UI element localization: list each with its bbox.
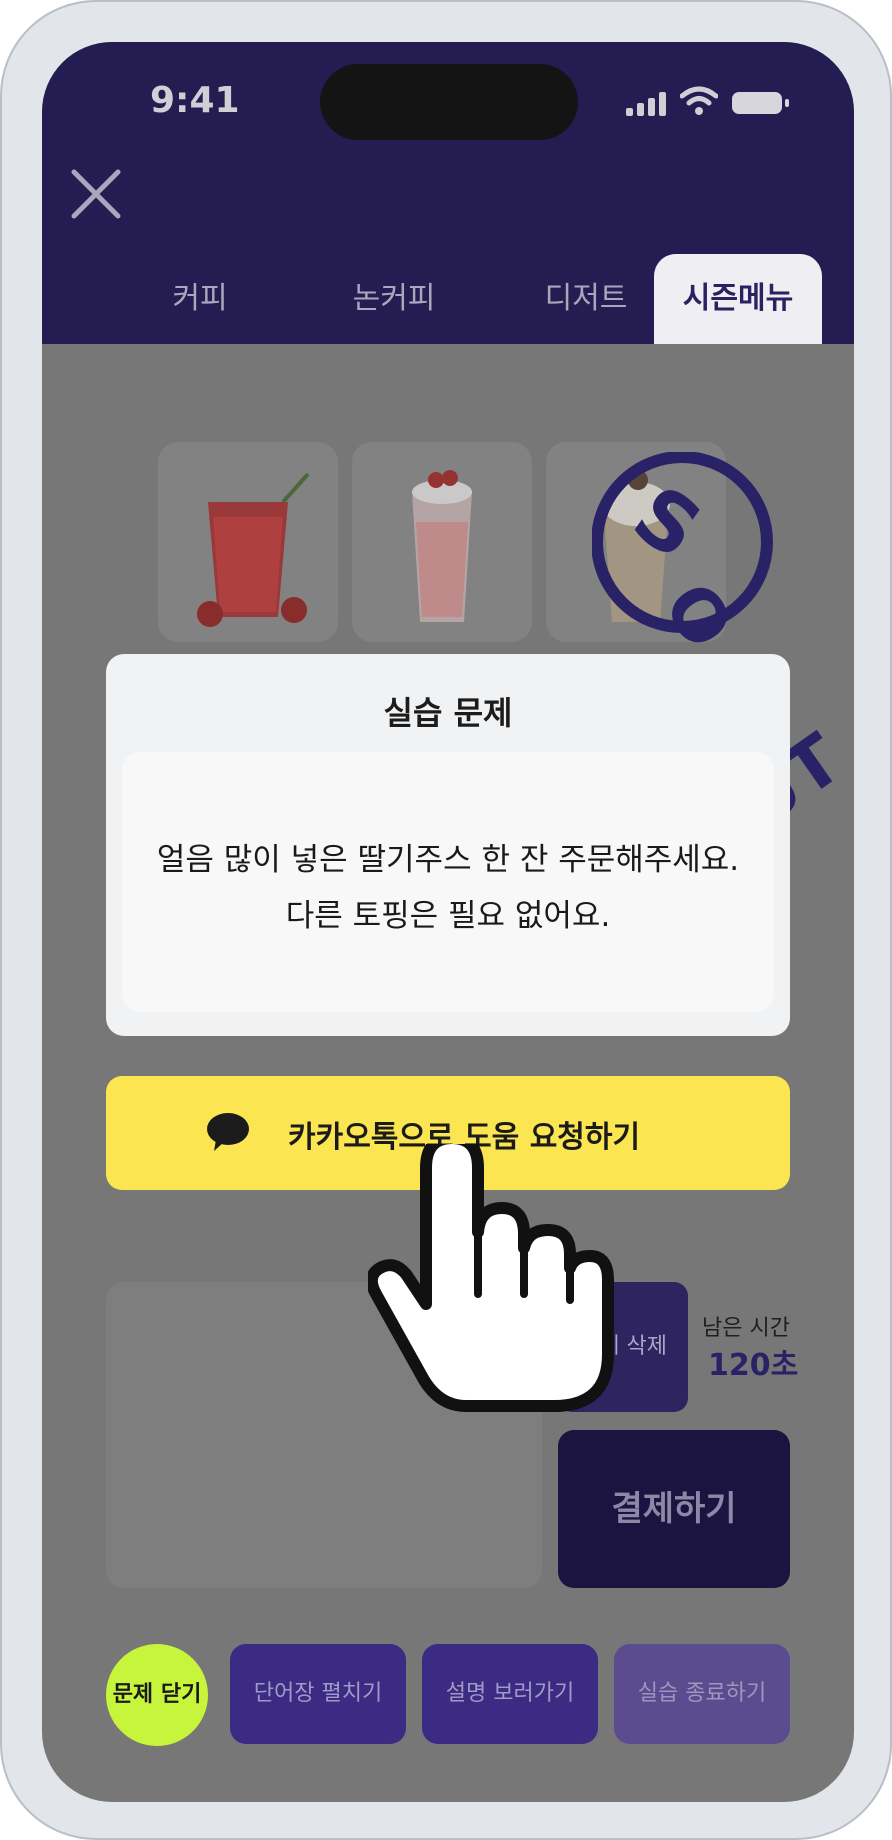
status-time: 9:41 (150, 80, 240, 121)
pay-button[interactable]: 결제하기 (558, 1430, 790, 1588)
tab-non-coffee[interactable]: 논커피 (310, 254, 478, 344)
battery-icon (732, 92, 789, 114)
dialog-body: 얼음 많이 넣은 딸기주스 한 잔 주문해주세요. 다른 토핑은 필요 없어요. (122, 752, 774, 1012)
chat-bubble-icon (207, 1113, 249, 1151)
app-header: 9:41 커피 논커피 디저트 시즌메뉴 (42, 42, 854, 344)
app-screen: 9:41 커피 논커피 디저트 시즌메뉴 S O 실습 문제 얼음 많이 넣은 … (42, 42, 854, 1802)
dialog-line-1: 얼음 많이 넣은 딸기주스 한 잔 주문해주세요. (156, 842, 740, 878)
end-practice-button[interactable]: 실습 종료하기 (614, 1644, 790, 1744)
close-icon[interactable] (70, 168, 122, 220)
wifi-icon (680, 86, 718, 115)
dialog-line-2: 다른 토핑은 필요 없어요. (285, 898, 611, 934)
svg-text:S: S (617, 468, 718, 577)
remaining-time-label: 남은 시간 (702, 1316, 790, 1341)
open-vocab-button[interactable]: 단어장 펼치기 (230, 1644, 406, 1744)
close-problem-button[interactable]: 문제 닫기 (106, 1644, 208, 1746)
tab-season-menu[interactable]: 시즌메뉴 (654, 254, 822, 344)
dialog-title: 실습 문제 (383, 694, 513, 732)
dynamic-island (320, 64, 578, 140)
phone-frame: 9:41 커피 논커피 디저트 시즌메뉴 S O 실습 문제 얼음 많이 넣은 … (0, 0, 892, 1840)
remaining-time-value: 120초 (708, 1348, 799, 1383)
hand-pointer-icon (368, 1144, 614, 1412)
tab-coffee[interactable]: 커피 (116, 254, 284, 344)
signal-icon (626, 92, 666, 116)
practice-dialog: 실습 문제 얼음 많이 넣은 딸기주스 한 잔 주문해주세요. 다른 토핑은 필… (106, 654, 790, 1036)
view-guide-button[interactable]: 설명 보러가기 (422, 1644, 598, 1744)
tab-dessert[interactable]: 디저트 (502, 254, 670, 344)
